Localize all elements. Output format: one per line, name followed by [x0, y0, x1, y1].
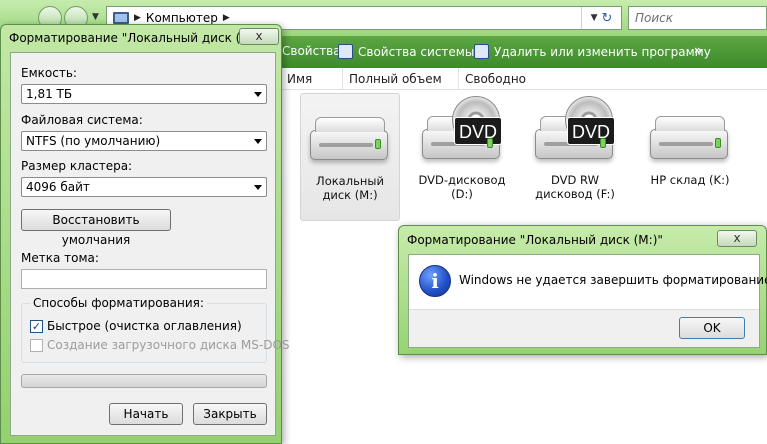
column-free-label: Свободно — [465, 72, 527, 86]
search-input[interactable]: Поиск — [628, 6, 767, 30]
format-dialog: Форматирование "Локальный диск (M:)" x Е… — [0, 24, 290, 444]
system-properties-icon — [338, 44, 353, 59]
filesystem-label: Файловая система: — [21, 113, 143, 127]
address-controls: ▼ ↻ — [581, 7, 621, 29]
drive-label: HP склад (K:) — [650, 173, 730, 187]
format-progress-bar — [21, 374, 267, 388]
system-properties-label: Свойства системы — [358, 44, 475, 59]
drive-local-m[interactable]: Локальный диск (M:) — [300, 93, 400, 221]
close-button[interactable]: Закрыть — [193, 403, 267, 425]
capacity-select[interactable]: 1,81 ТБ — [21, 84, 267, 104]
column-total-header[interactable]: Полный объем — [342, 68, 458, 90]
format-dialog-close-button[interactable]: x — [239, 28, 279, 45]
checkbox-icon — [30, 338, 43, 352]
breadcrumb-separator-icon: ▶ — [134, 13, 141, 23]
close-icon: x — [733, 231, 741, 245]
drive-hp-k[interactable]: HP склад (K:) — [640, 93, 740, 221]
column-total-label: Полный объем — [349, 72, 442, 86]
msdos-boot-option: Создание загрузочного диска MS-DOS — [30, 338, 290, 352]
error-message-dialog: Форматирование "Локальный диск (M:)" x i… — [398, 225, 767, 355]
dvd-rw-drive-icon: DVD — [527, 93, 623, 173]
drive-dvd-d[interactable]: DVD DVD-дисковод (D:) — [412, 93, 512, 221]
message-dialog-close-button[interactable]: x — [717, 230, 757, 247]
drive-label: DVD RW дисковод (F:) — [535, 173, 615, 201]
close-icon: x — [255, 29, 263, 43]
drive-dvdrw-f[interactable]: DVD DVD RW дисковод (F:) — [525, 93, 625, 221]
ok-button[interactable]: OK — [679, 317, 745, 339]
format-options-title: Способы форматирования: — [30, 296, 207, 310]
chevron-down-icon — [254, 139, 262, 144]
capacity-label: Емкость: — [21, 66, 77, 80]
checkbox-checked-icon[interactable]: ✓ — [30, 319, 43, 333]
drive-label: Локальный диск (M:) — [316, 174, 384, 202]
format-dialog-title: Форматирование "Локальный диск (M:)" — [9, 31, 239, 45]
computer-icon — [113, 12, 129, 28]
volume-label-input[interactable] — [21, 269, 267, 289]
filesystem-select[interactable]: NTFS (по умолчанию) — [21, 131, 267, 151]
history-dropdown-icon[interactable]: ▼ — [92, 12, 99, 22]
dvd-drive-icon: DVD — [414, 93, 510, 173]
msdos-boot-label: Создание загрузочного диска MS-DOS — [47, 338, 290, 352]
breadcrumb-separator-icon[interactable]: ▶ — [223, 13, 230, 23]
breadcrumb-computer[interactable]: Компьютер — [146, 11, 218, 25]
capacity-value: 1,81 ТБ — [26, 87, 73, 101]
drive-label: DVD-дисковод (D:) — [418, 173, 506, 201]
uninstall-program-button[interactable]: Удалить или изменить программу — [474, 44, 711, 59]
format-dialog-client: Емкость: 1,81 ТБ Файловая система: NTFS … — [10, 52, 290, 436]
quick-format-option[interactable]: ✓ Быстрое (очистка оглавления) — [30, 319, 242, 333]
properties-button[interactable]: Свойства — [282, 44, 341, 58]
uninstall-program-icon — [474, 44, 489, 59]
hard-drive-icon — [642, 93, 738, 173]
search-placeholder: Поиск — [635, 11, 674, 25]
dvd-badge: DVD — [454, 117, 502, 145]
information-icon: i — [419, 265, 451, 297]
message-text: Windows не удается завершить форматирова… — [459, 273, 767, 287]
message-dialog-title: Форматирование "Локальный диск (M:)" — [407, 233, 663, 247]
system-properties-button[interactable]: Свойства системы — [338, 44, 474, 59]
message-button-area: OK — [409, 309, 759, 347]
column-free-header[interactable]: Свободно — [458, 68, 558, 90]
refresh-icon[interactable]: ↻ — [602, 11, 613, 26]
address-dropdown-icon[interactable]: ▼ — [591, 13, 598, 23]
hard-drive-icon — [302, 94, 398, 174]
quick-format-label: Быстрое (очистка оглавления) — [47, 319, 242, 333]
properties-label: Свойства — [282, 44, 341, 58]
cluster-size-select[interactable]: 4096 байт — [21, 177, 267, 197]
cluster-size-value: 4096 байт — [26, 180, 90, 194]
column-name-label: Имя — [287, 72, 313, 86]
chevron-down-icon — [254, 92, 262, 97]
format-options-group: Способы форматирования: ✓ Быстрое (очист… — [21, 296, 290, 363]
column-name-header[interactable]: Имя — [280, 68, 342, 90]
message-dialog-client: i Windows не удается завершить форматиро… — [408, 254, 767, 348]
start-button[interactable]: Начать — [109, 403, 183, 425]
more-commands-icon[interactable]: » — [694, 43, 702, 57]
volume-label-label: Метка тома: — [21, 251, 99, 265]
restore-defaults-button[interactable]: Восстановить умолчания — [21, 209, 171, 247]
uninstall-program-label: Удалить или изменить программу — [494, 44, 711, 59]
dvd-badge: DVD — [567, 117, 615, 145]
filesystem-value: NTFS (по умолчанию) — [26, 134, 161, 148]
cluster-size-label: Размер кластера: — [21, 159, 133, 173]
chevron-down-icon — [254, 185, 262, 190]
